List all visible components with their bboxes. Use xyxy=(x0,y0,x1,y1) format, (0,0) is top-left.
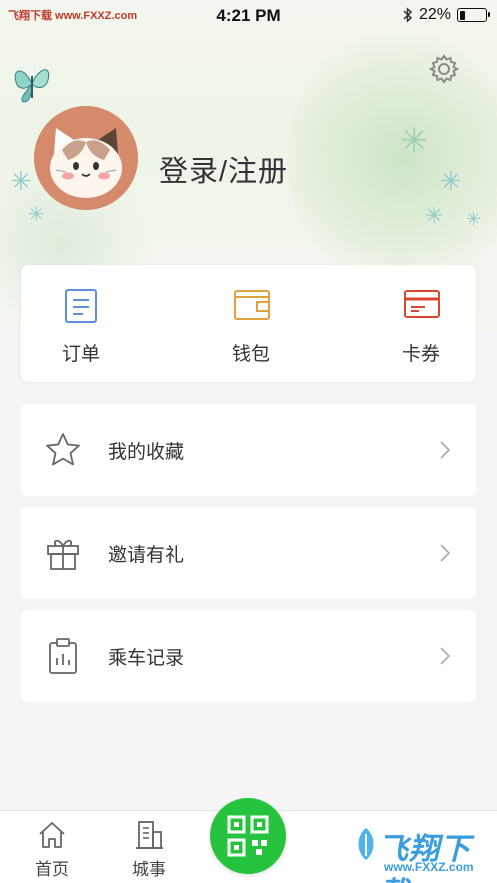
order-button[interactable]: 订单 xyxy=(21,265,141,382)
building-icon xyxy=(136,821,163,849)
coupon-button[interactable]: 卡券 xyxy=(361,265,481,382)
chevron-right-icon xyxy=(440,441,450,459)
flower-decoration: ✳ xyxy=(440,166,462,196)
order-label: 订单 xyxy=(61,344,100,365)
bluetooth-icon xyxy=(403,7,413,23)
settings-gear-icon[interactable] xyxy=(428,53,460,85)
quick-actions-card: 订单 钱包 卡券 xyxy=(21,265,476,382)
flower-decoration: ✳ xyxy=(425,203,444,228)
watermark-url: www.FXXZ.com xyxy=(384,860,474,874)
status-bar: 飞翔下载 www.FXXZ.com 4:21 PM 22% xyxy=(0,0,497,32)
list-item-invite[interactable]: 邀请有礼 xyxy=(21,507,476,599)
tab-home-label: 首页 xyxy=(35,860,69,879)
watermark-text: 飞翔下载 xyxy=(378,833,471,883)
order-icon xyxy=(65,289,97,323)
chevron-right-icon xyxy=(440,647,450,665)
butterfly-decoration xyxy=(14,69,50,103)
favorites-label: 我的收藏 xyxy=(108,442,185,463)
ride-history-label: 乘车记录 xyxy=(108,648,185,669)
battery-icon xyxy=(457,8,490,22)
flower-decoration: ✳ xyxy=(466,209,482,229)
tab-city-news-label: 城事 xyxy=(132,860,166,879)
star-icon xyxy=(46,433,80,466)
flower-decoration: ✳ xyxy=(28,204,45,226)
battery-percent: 22% xyxy=(418,6,451,23)
coupon-label: 卡券 xyxy=(401,344,440,365)
flower-decoration: ✳ xyxy=(400,122,429,160)
tab-home[interactable]: 首页 xyxy=(12,811,92,883)
qr-scan-button[interactable] xyxy=(210,798,286,874)
gift-icon xyxy=(47,539,79,570)
wallet-button[interactable]: 钱包 xyxy=(191,265,311,382)
chevron-right-icon xyxy=(440,544,450,562)
qr-scan-icon xyxy=(227,815,269,857)
watermark-logo-icon xyxy=(358,828,374,860)
invite-label: 邀请有礼 xyxy=(108,545,185,566)
wallet-label: 钱包 xyxy=(231,344,270,365)
clipboard-icon xyxy=(49,638,77,674)
wallet-icon xyxy=(234,290,270,320)
home-icon xyxy=(39,822,65,848)
avatar[interactable] xyxy=(34,106,138,210)
list-item-ride-history[interactable]: 乘车记录 xyxy=(21,610,476,702)
tab-city-news[interactable]: 城事 xyxy=(109,811,189,883)
login-register-link[interactable]: 登录/注册 xyxy=(159,148,288,190)
list-item-favorites[interactable]: 我的收藏 xyxy=(21,404,476,496)
flower-decoration: ✳ xyxy=(10,166,32,196)
watermark-logo: 飞翔下载 www.FXXZ.com xyxy=(352,822,492,883)
cat-avatar-icon xyxy=(34,106,138,210)
coupon-icon xyxy=(404,290,440,318)
